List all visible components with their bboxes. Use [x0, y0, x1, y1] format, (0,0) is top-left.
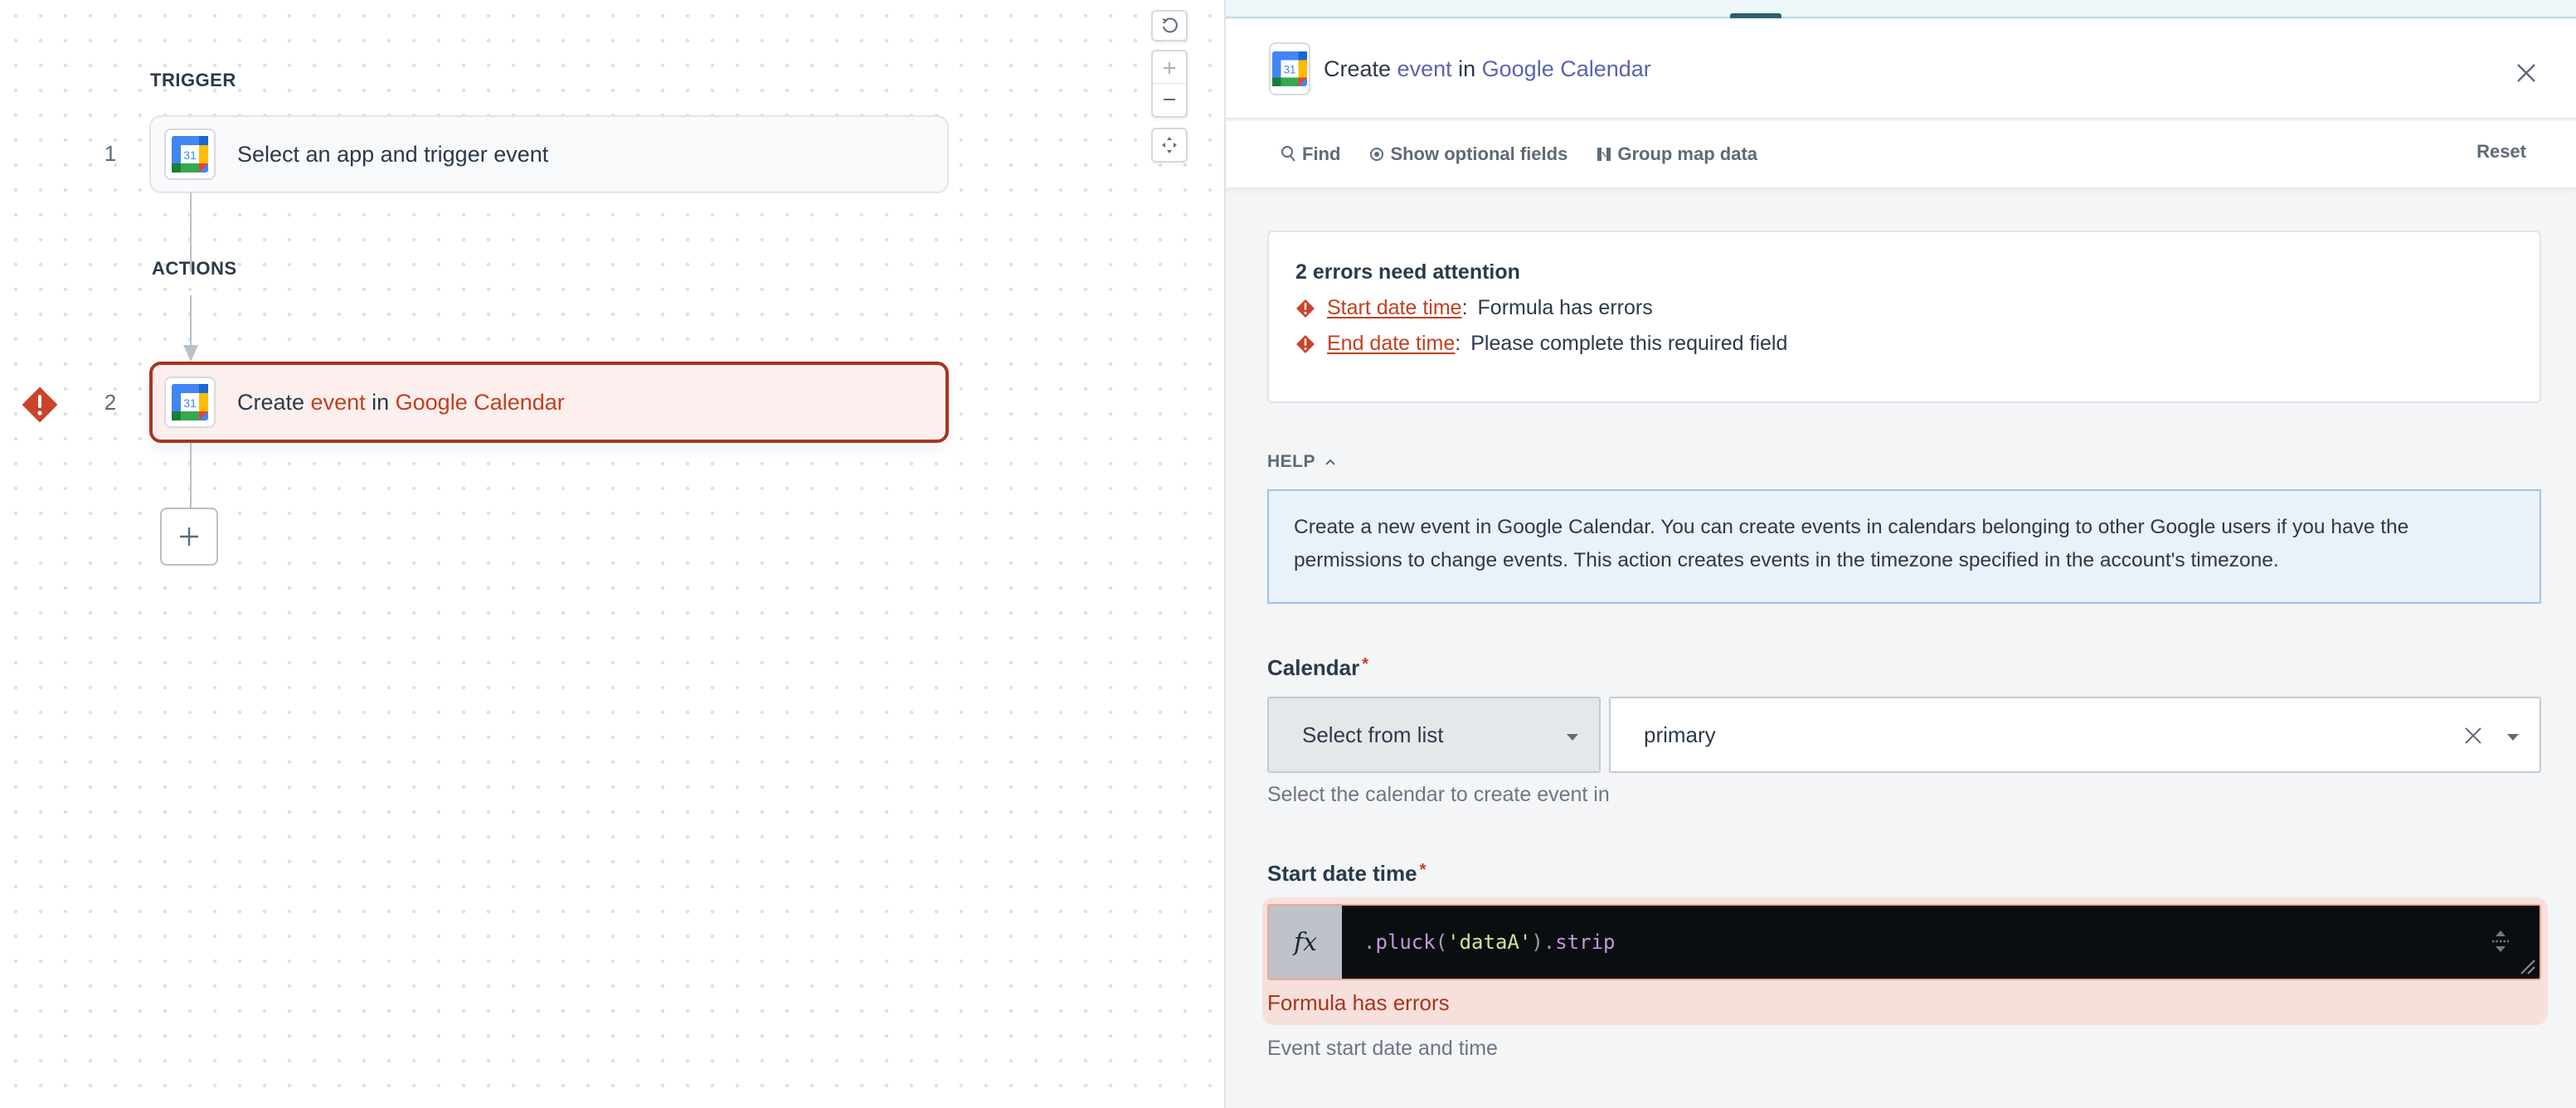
- fit-view-icon: [1162, 137, 1177, 153]
- connector-line: [190, 443, 192, 508]
- formula-token: pluck: [1375, 931, 1436, 954]
- panel-title-app: Google Calendar: [1481, 56, 1651, 81]
- start-date-time-error-wrap: fx . pluck('dataA'). strip Formula has err…: [1262, 897, 2548, 1025]
- formula-token: .: [1543, 931, 1556, 954]
- caret-down-icon[interactable]: [2506, 733, 2520, 741]
- app-tile: 31: [164, 377, 216, 428]
- formula-token: (: [1435, 931, 1448, 954]
- error-diamond-icon: [22, 387, 57, 422]
- step-number: 2: [104, 390, 117, 415]
- svg-text:31: 31: [1284, 64, 1296, 76]
- group-map-icon: [1597, 148, 1611, 161]
- close-icon: [2517, 64, 2535, 82]
- error-diamond-icon: [1296, 334, 1315, 353]
- calendar-field-label: Calendar *: [1267, 655, 1369, 680]
- error-item: Start date time: Formula has errors: [1295, 296, 2540, 320]
- panel-toolbar: Find Show optional fields Group map data…: [1226, 121, 2576, 187]
- panel-title: Create event in Google Calendar: [1324, 56, 1651, 81]
- formula-token: .: [1363, 931, 1376, 954]
- reset-button[interactable]: Reset: [2476, 141, 2526, 163]
- formula-token: ): [1531, 931, 1543, 954]
- eye-icon: [1370, 148, 1384, 161]
- minus-icon: [1164, 99, 1175, 100]
- reset-view-button[interactable]: [1153, 12, 1186, 40]
- active-tab-indicator: [1730, 13, 1781, 18]
- connector-arrow: [183, 345, 198, 362]
- google-calendar-icon: 31: [1272, 51, 1307, 86]
- trigger-step-node[interactable]: 31 Select an app and trigger event: [149, 115, 949, 193]
- actions-section-label: ACTIONS: [152, 258, 237, 279]
- step-config-panel: 31 Create event in Google Calendar Find …: [1224, 0, 2576, 1108]
- connector-line: [190, 295, 192, 348]
- add-step-button[interactable]: [160, 508, 218, 566]
- step-app-name: Google Calendar: [395, 389, 565, 415]
- error-message: Formula has errors: [1477, 296, 1653, 319]
- panel-title-action: event: [1397, 56, 1452, 81]
- formula-code-editor[interactable]: . pluck('dataA'). strip: [1342, 906, 2540, 979]
- required-marker: *: [1419, 861, 1427, 879]
- find-button[interactable]: Find: [1281, 143, 1340, 165]
- formula-token: 'dataA': [1447, 931, 1532, 954]
- step-title: Create event in Google Calendar: [237, 389, 565, 415]
- calendar-input-mode-select[interactable]: Select from list: [1267, 697, 1601, 773]
- search-icon: [1281, 146, 1295, 162]
- canvas-fit-control: [1151, 128, 1188, 163]
- action-step-node[interactable]: 31 Create event in Google Calendar: [149, 362, 949, 443]
- help-text-box: Create a new event in Google Calendar. Y…: [1267, 489, 2541, 604]
- error-message: Please complete this required field: [1470, 332, 1788, 355]
- calendar-select[interactable]: primary: [1609, 697, 2541, 773]
- workflow-canvas[interactable]: TRIGGER 1 31 Select an app and trigger e…: [0, 0, 1224, 1108]
- group-map-data-button[interactable]: Group map data: [1596, 143, 1757, 165]
- canvas-reset-control: [1151, 10, 1188, 41]
- start-date-time-formula-input[interactable]: fx . pluck('dataA'). strip: [1267, 904, 2541, 980]
- formula-token: strip: [1555, 931, 1616, 954]
- show-optional-fields-button[interactable]: Show optional fields: [1368, 143, 1567, 165]
- step-number: 1: [104, 141, 117, 166]
- help-toggle[interactable]: HELP: [1267, 452, 1337, 472]
- close-panel-button[interactable]: [2510, 56, 2543, 90]
- app-tile: 31: [164, 129, 216, 180]
- caret-down-icon: [1567, 734, 1578, 741]
- start-date-time-label: Start date time *: [1267, 861, 1427, 886]
- svg-text:31: 31: [183, 396, 197, 410]
- resize-handle-icon[interactable]: [2520, 959, 2536, 975]
- step-error-indicator: [22, 386, 58, 427]
- errors-heading: 2 errors need attention: [1295, 260, 1520, 284]
- error-field-link[interactable]: End date time: [1327, 332, 1455, 356]
- step-title: Select an app and trigger event: [237, 141, 549, 167]
- plus-icon: [180, 527, 198, 546]
- error-item: End date time: Please complete this requ…: [1295, 332, 2540, 356]
- trigger-section-label: TRIGGER: [150, 70, 236, 90]
- formula-mode-toggle[interactable]: fx: [1269, 906, 1342, 979]
- fit-view-button[interactable]: [1153, 129, 1186, 161]
- google-calendar-icon: 31: [172, 384, 208, 420]
- errors-summary-card: 2 errors need attention Start date time:…: [1267, 231, 2541, 403]
- google-calendar-icon: 31: [172, 136, 208, 173]
- plus-icon: [1164, 61, 1175, 74]
- clear-icon[interactable]: [2463, 725, 2483, 746]
- formula-error-message: Formula has errors: [1267, 990, 1450, 1015]
- panel-tab-strip: [1226, 0, 2576, 18]
- reset-icon: [1162, 17, 1178, 33]
- app-tile: 31: [1269, 42, 1310, 95]
- required-marker: *: [1362, 655, 1369, 673]
- error-field-link[interactable]: Start date time: [1327, 296, 1462, 320]
- chevron-up-icon: [1325, 459, 1335, 465]
- step-action-name: event: [310, 389, 366, 415]
- zoom-out-button[interactable]: [1153, 84, 1186, 115]
- expand-editor-icon[interactable]: [2490, 929, 2511, 954]
- start-date-time-hint: Event start date and time: [1267, 1037, 1498, 1060]
- svg-text:31: 31: [183, 148, 197, 162]
- error-diamond-icon: [1296, 299, 1315, 318]
- panel-header: 31 Create event in Google Calendar: [1226, 20, 2576, 119]
- zoom-in-button[interactable]: [1153, 52, 1186, 84]
- canvas-zoom-controls: [1151, 50, 1188, 118]
- calendar-hint: Select the calendar to create event in: [1267, 783, 1610, 806]
